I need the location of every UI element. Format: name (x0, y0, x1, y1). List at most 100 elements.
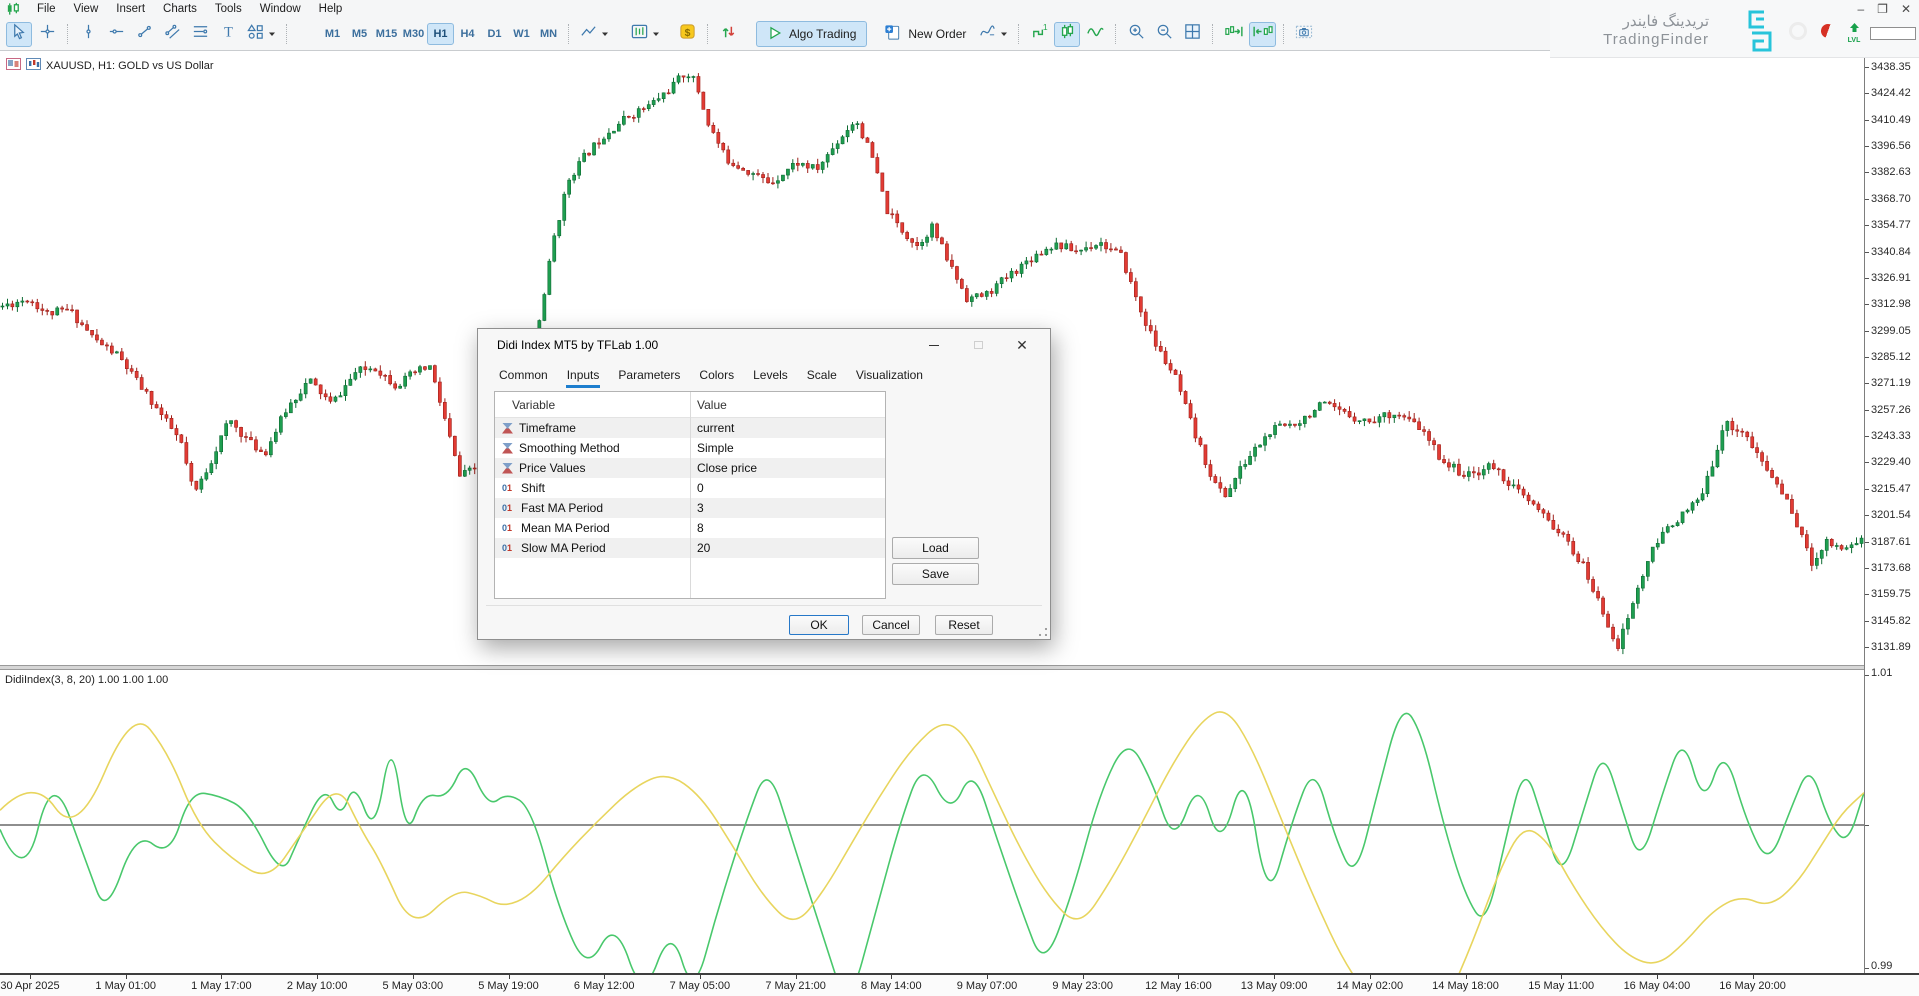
price-axis-label: 3215.47 (1871, 483, 1911, 495)
price-axis-label: 3410.49 (1871, 114, 1911, 126)
shift-left-button[interactable] (1249, 22, 1276, 47)
variable-value[interactable]: 0 (690, 481, 704, 495)
play-icon (767, 25, 783, 44)
menu-item-view[interactable]: View (65, 2, 108, 16)
ok-button[interactable]: OK (789, 615, 849, 635)
window-close-button[interactable]: ✕ (1901, 2, 1911, 16)
zoom-out-button[interactable] (1151, 22, 1177, 47)
time-axis-label: 16 May 20:00 (1719, 980, 1786, 992)
variable-value[interactable]: 8 (690, 521, 704, 535)
resize-grip[interactable] (1039, 628, 1047, 636)
integer-type-icon: 01 (502, 543, 515, 553)
timeframe-d1[interactable]: D1 (481, 23, 508, 45)
shapes-dropdown-button[interactable] (243, 22, 279, 47)
new-order-button[interactable]: New Order (875, 21, 974, 47)
depth-of-market-icon[interactable] (6, 58, 21, 73)
window-minimize-button[interactable]: – (1857, 2, 1864, 16)
time-axis[interactable]: 30 Apr 2025 1 May 01:00 1 May 17:00 2 Ma… (0, 973, 1919, 996)
fibonacci-icon (191, 22, 210, 46)
variable-value[interactable]: Simple (690, 441, 734, 455)
integer-type-icon: 01 (502, 503, 515, 513)
menu-item-file[interactable]: File (28, 2, 65, 16)
menu-item-tools[interactable]: Tools (206, 2, 251, 16)
tab-scale[interactable]: Scale (802, 365, 842, 388)
window-restore-button[interactable]: ❐ (1877, 2, 1888, 16)
trendline-button[interactable] (131, 22, 157, 47)
enum-type-icon (502, 463, 513, 474)
price-axis-label: 3243.33 (1871, 430, 1911, 442)
tile-windows-button[interactable] (1179, 22, 1205, 47)
progress-bar (1870, 27, 1916, 40)
menu-item-help[interactable]: Help (310, 2, 352, 16)
menu-item-insert[interactable]: Insert (107, 2, 154, 16)
dialog-minimize-button[interactable] (912, 329, 956, 361)
algo-trading-button[interactable]: Algo Trading (756, 21, 867, 47)
price-axis-label: 3354.77 (1871, 219, 1911, 231)
dialog-close-button[interactable]: ✕ (1000, 329, 1044, 361)
screenshot-icon (1294, 22, 1314, 46)
tab-common[interactable]: Common (494, 365, 553, 388)
time-axis-label: 16 May 04:00 (1624, 980, 1691, 992)
step-chart-button[interactable]: 1 (1026, 22, 1052, 47)
tab-levels[interactable]: Levels (748, 365, 793, 388)
save-button[interactable]: Save (892, 563, 979, 585)
load-button[interactable]: Load (892, 537, 979, 559)
timeframe-w1[interactable]: W1 (508, 23, 535, 45)
menu-item-window[interactable]: Window (251, 2, 310, 16)
cancel-button[interactable]: Cancel (862, 615, 920, 635)
cursor-button[interactable] (6, 22, 32, 47)
tab-inputs[interactable]: Inputs (562, 365, 605, 388)
timeframe-h1[interactable]: H1 (427, 23, 454, 45)
chart-objects-dropdown-button[interactable] (975, 22, 1011, 47)
timeframe-m5[interactable]: M5 (346, 23, 373, 45)
screenshot-button[interactable] (1291, 22, 1317, 47)
variable-name: Fast MA Period (521, 501, 603, 515)
shift-right-button[interactable] (1220, 22, 1247, 47)
tab-parameters[interactable]: Parameters (613, 365, 685, 388)
svg-text:1: 1 (1043, 22, 1048, 32)
fibonacci-button[interactable] (187, 22, 213, 47)
price-axis-label: 3159.75 (1871, 588, 1911, 600)
price-axis-label: 3201.54 (1871, 509, 1911, 521)
variable-name: Smoothing Method (519, 441, 620, 455)
horizontal-line-button[interactable] (103, 22, 129, 47)
variable-value[interactable]: 20 (690, 541, 710, 555)
timeframe-m30[interactable]: M30 (400, 23, 427, 45)
variable-value[interactable]: current (690, 421, 734, 435)
time-axis-label: 2 May 10:00 (287, 980, 348, 992)
tab-colors[interactable]: Colors (694, 365, 739, 388)
timeframe-h4[interactable]: H4 (454, 23, 481, 45)
vertical-line-button[interactable] (75, 22, 101, 47)
time-axis-label: 5 May 19:00 (478, 980, 539, 992)
arrows-updown-button[interactable] (715, 22, 741, 47)
channel-button[interactable] (159, 22, 185, 47)
timeframe-mn[interactable]: MN (535, 23, 562, 45)
dollar-button[interactable]: $ (674, 22, 700, 47)
variable-value[interactable]: Close price (690, 461, 757, 475)
candles-pair-button[interactable] (1054, 22, 1080, 47)
price-axis[interactable]: 3438.35 3424.42 3410.49 3396.56 3382.63 … (1864, 51, 1919, 973)
crosshair-button[interactable] (34, 22, 60, 47)
dialog-maximize-button[interactable] (956, 329, 1000, 361)
chevron-down-icon (1000, 25, 1008, 43)
text-button[interactable]: T (215, 22, 241, 47)
tick-wave-button[interactable] (1082, 22, 1108, 47)
timeframe-m15[interactable]: M15 (373, 23, 400, 45)
indicator-axis-bottom: 0.99 (1871, 960, 1892, 972)
didi-index-panel[interactable] (0, 670, 1864, 973)
zoom-in-button[interactable] (1123, 22, 1149, 47)
chart-type-dropdown-button[interactable] (576, 22, 612, 47)
indicator-line-fast-green (0, 713, 1864, 973)
tab-visualization[interactable]: Visualization (851, 365, 928, 388)
reset-button[interactable]: Reset (935, 615, 993, 635)
red-badge-icon (1819, 22, 1837, 40)
time-axis-label: 15 May 11:00 (1528, 980, 1594, 992)
indicator-window-dropdown-button[interactable] (627, 22, 663, 47)
timeframe-m1[interactable]: M1 (319, 23, 346, 45)
price-axis-label: 3424.42 (1871, 87, 1911, 99)
variable-value[interactable]: 3 (690, 501, 704, 515)
indicator-line-slow-yellow (0, 712, 1864, 973)
window-controls[interactable]: – ❐ ✕ (1857, 2, 1911, 16)
menu-item-charts[interactable]: Charts (154, 2, 206, 16)
one-click-trading-icon[interactable] (26, 58, 41, 73)
